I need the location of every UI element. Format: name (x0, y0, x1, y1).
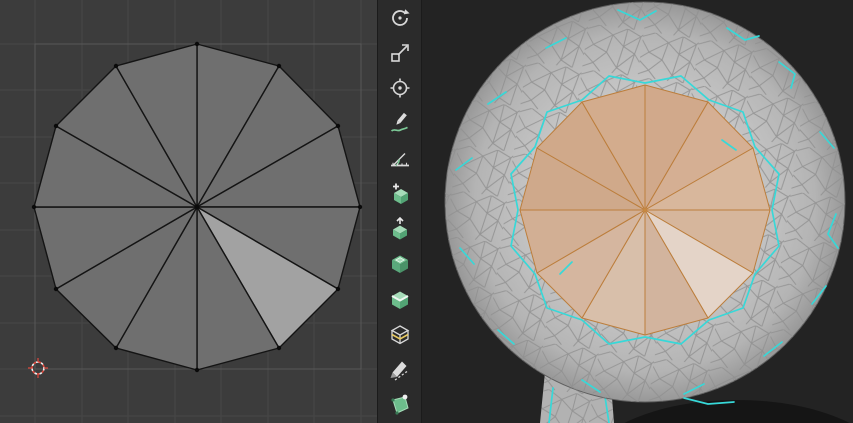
fan-center-vertex[interactable] (643, 208, 647, 212)
viewport-3d-panel[interactable] (422, 0, 853, 423)
add-cube-icon (392, 183, 408, 204)
tool-poly-build-button[interactable] (378, 388, 421, 423)
tool-transform-button[interactable] (378, 71, 421, 106)
viewport-3d-canvas[interactable] (422, 0, 853, 423)
annotate-pencil-icon (390, 113, 408, 133)
uv-editor-canvas[interactable] (0, 0, 377, 423)
tool-knife-button[interactable] (378, 353, 421, 388)
toolbar (378, 0, 422, 423)
extrude-region-icon (392, 217, 407, 240)
transform-icon (390, 78, 409, 98)
uv-editor-panel[interactable] (0, 0, 378, 423)
scale-icon (390, 44, 409, 62)
inset-faces-icon (391, 255, 408, 274)
tool-scale-button[interactable] (378, 35, 421, 70)
tool-rotate-button[interactable] (378, 0, 421, 35)
uv-2d-cursor-icon[interactable] (28, 358, 48, 378)
tool-bevel-button[interactable] (378, 282, 421, 317)
rotate-icon (391, 8, 410, 26)
blender-window (0, 0, 853, 423)
tool-loop-cut-button[interactable] (378, 317, 421, 352)
loop-cut-icon (390, 325, 409, 345)
tool-inset-faces-button[interactable] (378, 247, 421, 282)
tool-add-cube-button[interactable] (378, 176, 421, 211)
tool-extrude-region-button[interactable] (378, 212, 421, 247)
bevel-icon (391, 291, 408, 309)
poly-build-icon (390, 394, 409, 415)
knife-icon (390, 361, 407, 381)
tool-measure-button[interactable] (378, 141, 421, 176)
measure-icon (390, 152, 409, 167)
tool-annotate-button[interactable] (378, 106, 421, 141)
